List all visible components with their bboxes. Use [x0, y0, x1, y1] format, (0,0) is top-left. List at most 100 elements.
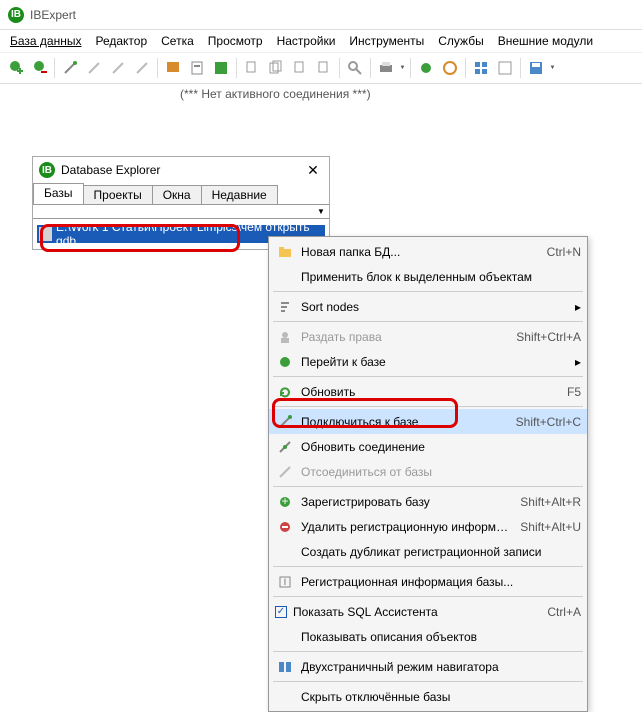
menu-shortcut: Shift+Alt+U	[520, 520, 581, 534]
tool-12-icon[interactable]	[289, 57, 311, 79]
menu-item-5: Раздать праваShift+Ctrl+A	[269, 324, 587, 349]
menu-item-11[interactable]: Обновить соединение	[269, 434, 587, 459]
refresh-icon	[275, 382, 295, 402]
save-icon[interactable]	[525, 57, 547, 79]
unregister-icon	[275, 517, 295, 537]
db-minus-icon[interactable]	[28, 57, 50, 79]
menu-separator	[273, 596, 583, 597]
menu-item-label: Новая папка БД...	[301, 245, 537, 259]
tool-11-icon[interactable]	[265, 57, 287, 79]
menu-item-0[interactable]: Новая папка БД... Ctrl+N	[269, 239, 587, 264]
tool-17-icon[interactable]	[470, 57, 492, 79]
menu-item-10[interactable]: Подключиться к базе Shift+Ctrl+C	[269, 409, 587, 434]
menu-item-25[interactable]: Скрыть отключённые базы	[269, 684, 587, 709]
tool-6-icon[interactable]	[131, 57, 153, 79]
menu-item-21[interactable]: Показывать описания объектов	[269, 624, 587, 649]
separator	[465, 58, 466, 78]
separator	[410, 58, 411, 78]
tab-windows[interactable]: Окна	[152, 185, 202, 204]
separator	[370, 58, 371, 78]
tool-5-icon[interactable]	[107, 57, 129, 79]
explorer-subbar: ▼	[33, 205, 329, 219]
print-icon[interactable]	[375, 57, 397, 79]
menubar: База данных Редактор Сетка Просмотр Наст…	[0, 30, 642, 52]
menu-separator	[273, 566, 583, 567]
reconnect-icon	[275, 437, 295, 457]
menu-shortcut: Shift+Ctrl+C	[516, 415, 581, 429]
submenu-arrow-icon: ▸	[575, 355, 581, 369]
dropdown-icon[interactable]: ▼	[313, 205, 329, 218]
menu-item-14[interactable]: +Зарегистрировать базуShift+Alt+R	[269, 489, 587, 514]
tool-10-icon[interactable]	[241, 57, 263, 79]
menu-separator	[273, 291, 583, 292]
register-icon: +	[275, 492, 295, 512]
menu-item-label: Двухстраничный режим навигатора	[301, 660, 581, 674]
menu-plugins[interactable]: Внешние модули	[492, 32, 599, 50]
separator	[54, 58, 55, 78]
menu-item-label: Раздать права	[301, 330, 506, 344]
database-icon	[39, 227, 52, 241]
menu-separator	[273, 486, 583, 487]
dropdown-icon[interactable]: ▼	[399, 65, 406, 71]
blank-icon	[275, 542, 295, 562]
menu-view[interactable]: Просмотр	[202, 32, 269, 50]
menu-item-label: Показывать описания объектов	[301, 630, 581, 644]
menu-item-18[interactable]: iРегистрационная информация базы...	[269, 569, 587, 594]
menu-item-label: Удалить регистрационную информацию	[301, 520, 510, 534]
menu-item-label: Обновить соединение	[301, 440, 581, 454]
menu-item-label: Обновить	[301, 385, 557, 399]
sort-icon	[275, 297, 295, 317]
svg-text:+: +	[281, 495, 288, 508]
menu-settings[interactable]: Настройки	[271, 32, 342, 50]
tool-7-icon[interactable]	[162, 57, 184, 79]
grant-icon	[275, 327, 295, 347]
menu-shortcut: Ctrl+N	[547, 245, 581, 259]
tool-16-icon[interactable]	[439, 57, 461, 79]
tool-8-icon[interactable]	[186, 57, 208, 79]
goto-icon	[275, 352, 295, 372]
menu-item-20[interactable]: ✓Показать SQL АссистентаCtrl+A	[269, 599, 587, 624]
menu-tools[interactable]: Инструменты	[343, 32, 430, 50]
tool-4-icon[interactable]	[83, 57, 105, 79]
menu-item-1[interactable]: Применить блок к выделенным объектам	[269, 264, 587, 289]
menu-item-23[interactable]: Двухстраничный режим навигатора	[269, 654, 587, 679]
menu-grid[interactable]: Сетка	[155, 32, 200, 50]
menu-item-label: Подключиться к базе	[301, 415, 506, 429]
tool-3-icon[interactable]	[59, 57, 81, 79]
menu-services[interactable]: Службы	[432, 32, 489, 50]
tab-recent[interactable]: Недавние	[201, 185, 278, 204]
menu-item-8[interactable]: Обновить F5	[269, 379, 587, 404]
menu-editor[interactable]: Редактор	[89, 32, 153, 50]
close-icon[interactable]: ✕	[303, 160, 323, 180]
menu-shortcut: F5	[567, 385, 581, 399]
menu-shortcut: Shift+Alt+R	[520, 495, 581, 509]
tool-13-icon[interactable]	[313, 57, 335, 79]
checkbox-icon: ✓	[275, 606, 287, 618]
search-icon[interactable]	[344, 57, 366, 79]
titlebar: IB IBExpert	[0, 0, 642, 30]
tool-18-icon[interactable]	[494, 57, 516, 79]
menu-item-16[interactable]: Создать дубликат регистрационной записи	[269, 539, 587, 564]
tool-9-icon[interactable]	[210, 57, 232, 79]
tool-15-icon[interactable]	[415, 57, 437, 79]
status-text: (*** Нет активного соединения ***)	[180, 87, 371, 101]
tab-projects[interactable]: Проекты	[83, 185, 153, 204]
app-icon: IB	[8, 7, 24, 23]
menu-database[interactable]: База данных	[4, 32, 87, 50]
folder-icon	[275, 242, 295, 262]
db-plus-icon[interactable]	[4, 57, 26, 79]
dropdown-icon[interactable]: ▼	[549, 65, 556, 71]
menu-item-15[interactable]: Удалить регистрационную информацию Shift+…	[269, 514, 587, 539]
menu-item-label: Sort nodes	[301, 300, 567, 314]
status-bar: (*** Нет активного соединения ***)	[0, 84, 642, 104]
menu-item-6[interactable]: Перейти к базе▸	[269, 349, 587, 374]
menu-item-label: Показать SQL Ассистента	[293, 605, 537, 619]
tab-databases[interactable]: Базы	[33, 183, 84, 204]
menu-item-3[interactable]: Sort nodes▸	[269, 294, 587, 319]
explorer-titlebar: IB Database Explorer ✕	[33, 157, 329, 183]
dual-icon	[275, 657, 295, 677]
menu-item-label: Применить блок к выделенным объектам	[301, 270, 581, 284]
menu-separator	[273, 406, 583, 407]
menu-separator	[273, 651, 583, 652]
separator	[157, 58, 158, 78]
